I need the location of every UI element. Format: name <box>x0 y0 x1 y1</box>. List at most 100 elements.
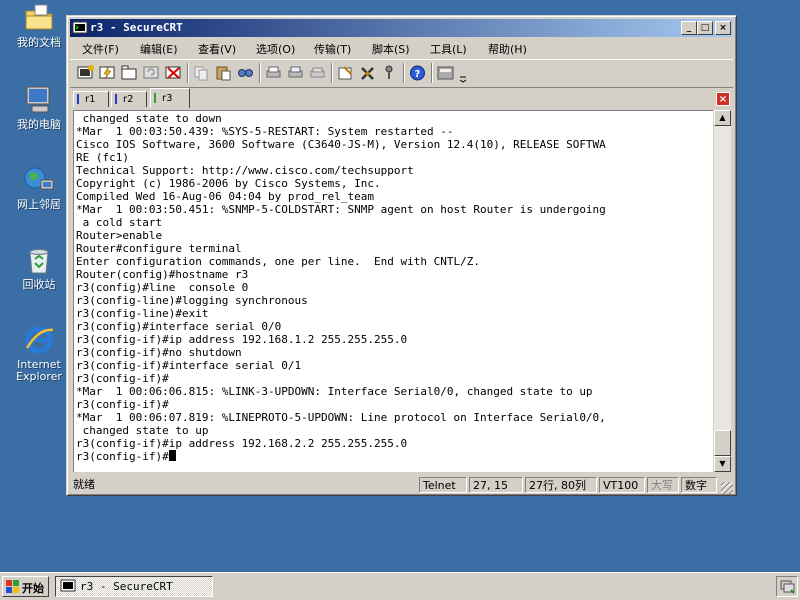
arrow-down-icon: ▼ <box>719 459 726 468</box>
paste-icon[interactable] <box>214 64 233 82</box>
toolbar: ? <box>70 59 733 88</box>
status-rows-cols: 27行, 80列 <box>525 477 597 493</box>
terminal-line: r3(config-line)#logging synchronous <box>76 294 308 307</box>
terminal-line: Compiled Wed 16-Aug-06 04:04 by prod_rel… <box>76 190 375 203</box>
terminal-line: r3(config-if)#ip address 192.168.2.2 255… <box>76 437 408 450</box>
desktop-icon-label: 回收站 <box>22 278 56 291</box>
statusbar: 就绪 Telnet 27, 15 27行, 80列 VT100 大写 数字 <box>70 476 733 494</box>
terminal-line: *Mar 1 00:03:50.451: %SNMP-5-COLDSTART: … <box>76 203 606 216</box>
close-icon: × <box>719 23 727 33</box>
tab-label: r1 <box>85 94 96 105</box>
scroll-thumb[interactable] <box>714 430 731 456</box>
scroll-up-button[interactable]: ▲ <box>714 110 731 126</box>
status-ready: 就绪 <box>73 478 95 491</box>
terminal-output[interactable]: changed state to down *Mar 1 00:03:50.439… <box>73 110 713 472</box>
terminal-line: *Mar 1 00:06:06.815: %LINK-3-UPDOWN: Int… <box>76 385 593 398</box>
desktop-icon-network-places[interactable]: 网上邻居 <box>8 164 70 211</box>
tab-r2[interactable]: r2 <box>111 91 147 107</box>
terminal-line: Copyright (c) 1986-2006 by Cisco Systems… <box>76 177 381 190</box>
menu-edit[interactable]: 编辑(E) <box>140 41 178 57</box>
global-options-icon[interactable] <box>358 64 377 82</box>
session-tabs: r1 r2 r3 × <box>70 88 733 108</box>
desktop-icon-recycle-bin[interactable]: 回收站 <box>8 244 70 291</box>
terminal-lines: changed state to down *Mar 1 00:03:50.439… <box>76 112 606 463</box>
desktop-icon-label: 我的文档 <box>17 36 61 49</box>
toolbar-overflow-chevron-icon[interactable] <box>459 73 467 83</box>
recycle-bin-icon <box>23 244 55 276</box>
terminal-line: Router#configure terminal <box>76 242 242 255</box>
desktop-icon-internet-explorer[interactable]: Internet Explorer <box>8 324 70 383</box>
connect-icon[interactable] <box>76 64 95 82</box>
close-tab-button[interactable]: × <box>716 92 730 106</box>
minimize-button[interactable]: _ <box>681 21 697 35</box>
tab-status-indicator <box>115 94 117 104</box>
terminal-line: RE (fc1) <box>76 151 129 164</box>
find-icon[interactable] <box>236 64 255 82</box>
help-icon[interactable]: ? <box>408 64 427 82</box>
tab-r1[interactable]: r1 <box>73 91 109 107</box>
menu-options[interactable]: 选项(O) <box>256 41 295 57</box>
network-places-icon <box>23 164 55 196</box>
status-caps-lock: 大写 <box>647 477 679 493</box>
taskbar: 开始 r3 - SecureCRT <box>0 572 800 600</box>
terminal-line: r3(config-line)#exit <box>76 307 209 320</box>
print-setup-icon[interactable] <box>308 64 327 82</box>
status-emulation: VT100 <box>599 477 645 493</box>
my-computer-icon <box>23 84 55 116</box>
quick-connect-icon[interactable] <box>98 64 117 82</box>
sftp-icon[interactable] <box>436 64 455 82</box>
tab-label: r2 <box>123 94 134 105</box>
terminal-line: Technical Support: http://www.cisco.com/… <box>76 164 414 177</box>
securecrt-app-icon[interactable] <box>72 20 88 36</box>
scroll-down-button[interactable]: ▼ <box>714 456 731 472</box>
terminal-prompt: r3(config-if)# <box>76 450 169 463</box>
maximize-button[interactable]: □ <box>697 21 713 35</box>
menu-tools[interactable]: 工具(L) <box>430 41 467 57</box>
securecrt-app-icon <box>60 579 76 594</box>
terminal-line: r3(config-if)# <box>76 372 169 385</box>
disconnect-icon[interactable] <box>164 64 183 82</box>
terminal-line: Cisco IOS Software, 3600 Software (C3640… <box>76 138 606 151</box>
tab-status-indicator <box>77 94 79 104</box>
toolbar-separator <box>431 63 433 83</box>
reconnect-icon[interactable] <box>142 64 161 82</box>
terminal-line: *Mar 1 00:03:50.439: %SYS-5-RESTART: Sys… <box>76 125 454 138</box>
windows-flag-icon <box>6 580 20 593</box>
window-titlebar[interactable]: r3 - SecureCRT _ □ × <box>70 19 733 37</box>
status-num-lock: 数字 <box>681 477 717 493</box>
connect-in-tab-icon[interactable] <box>120 64 139 82</box>
terminal-line: r3(config-if)#interface serial 0/1 <box>76 359 302 372</box>
vertical-scrollbar[interactable]: ▲ ▼ <box>714 110 731 472</box>
maximize-icon: □ <box>700 23 710 33</box>
arrow-up-icon: ▲ <box>719 113 726 122</box>
session-options-icon[interactable] <box>336 64 355 82</box>
keymap-icon[interactable] <box>380 64 399 82</box>
taskbar-item-securecrt[interactable]: r3 - SecureCRT <box>55 576 213 597</box>
toolbar-separator <box>331 63 333 83</box>
desktop-icon-label: Internet Explorer <box>16 358 62 383</box>
terminal-prompt-line: r3(config-if)# <box>76 450 606 463</box>
menu-script[interactable]: 脚本(S) <box>372 41 410 57</box>
menu-view[interactable]: 查看(V) <box>198 41 236 57</box>
menubar: 文件(F) 编辑(E) 查看(V) 选项(O) 传输(T) 脚本(S) 工具(L… <box>70 39 733 58</box>
toolbar-separator <box>187 63 189 83</box>
terminal-line: r3(config)#interface serial 0/0 <box>76 320 282 333</box>
start-button[interactable]: 开始 <box>2 576 49 597</box>
menu-transfer[interactable]: 传输(T) <box>314 41 351 57</box>
tray-network-icon[interactable] <box>779 578 795 597</box>
menu-help[interactable]: 帮助(H) <box>488 41 527 57</box>
tab-r3[interactable]: r3 <box>150 88 190 108</box>
terminal-line: Enter configuration commands, one per li… <box>76 255 480 268</box>
taskbar-item-label: r3 - SecureCRT <box>80 580 173 593</box>
print-icon[interactable] <box>264 64 283 82</box>
toolbar-separator <box>403 63 405 83</box>
resize-grip[interactable] <box>721 482 733 494</box>
menu-file[interactable]: 文件(F) <box>82 41 119 57</box>
toolbar-separator <box>259 63 261 83</box>
close-button[interactable]: × <box>715 21 731 35</box>
desktop-icon-my-documents[interactable]: 我的文档 <box>8 2 70 49</box>
copy-icon[interactable] <box>192 64 211 82</box>
print-selection-icon[interactable] <box>286 64 305 82</box>
desktop-icon-my-computer[interactable]: 我的电脑 <box>8 84 70 131</box>
svg-text:?: ? <box>415 69 421 80</box>
